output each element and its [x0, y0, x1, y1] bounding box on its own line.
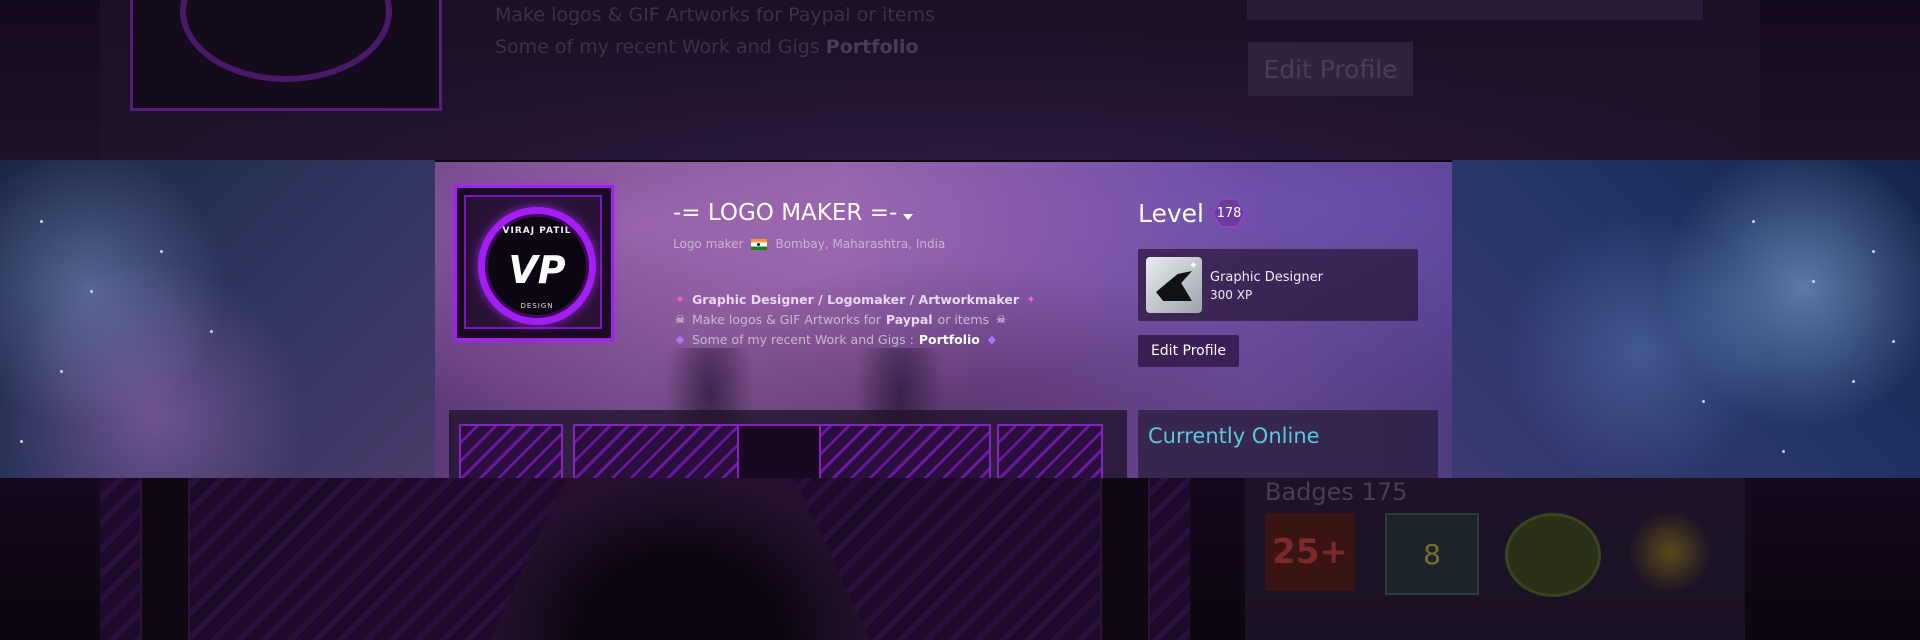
summary-line: ☠ Make logos & GIF Artworks for Paypal o… — [673, 310, 1038, 330]
faded-hood-artwork — [490, 478, 870, 640]
favorite-badge-xp: 300 XP — [1210, 288, 1253, 302]
sparkle — [90, 290, 93, 293]
profile-summary: ✦ Graphic Designer / Logomaker / Artwork… — [673, 290, 1038, 350]
faded-badge-bug — [1505, 513, 1601, 597]
portfolio-link[interactable]: Portfolio — [919, 330, 980, 350]
sparkle — [40, 220, 43, 223]
faded-badges-panel: Badges 175 25+ 8 — [1245, 478, 1745, 640]
summary-line: ✦ Graphic Designer / Logomaker / Artwork… — [673, 290, 1038, 310]
faded-badges-title: Badges 175 — [1265, 478, 1408, 506]
profile-level: Level 178 — [1138, 198, 1246, 228]
sparkle — [1782, 450, 1785, 453]
badge-star-icon: ✦ — [1188, 259, 1198, 272]
sparkle — [1872, 250, 1875, 253]
showcase-artwork-tile[interactable] — [997, 424, 1103, 478]
background-right-art — [1452, 160, 1920, 478]
favorite-badge-name: Graphic Designer — [1210, 270, 1323, 285]
showcase-artwork-tile[interactable] — [459, 424, 563, 478]
badge-figure — [1156, 271, 1192, 301]
level-label: Level — [1138, 198, 1204, 228]
avatar-logo: VP — [508, 248, 566, 292]
sparkle — [1892, 340, 1895, 343]
faded-showcase-strip — [1100, 478, 1150, 640]
location: Bombay, Maharashtra, India — [775, 237, 946, 251]
level-hexagon[interactable]: 178 — [1212, 198, 1246, 228]
faded-badge-bar — [1247, 0, 1703, 20]
diamond-icon: ◆ — [987, 333, 997, 346]
faded-artwork-showcase — [100, 478, 1190, 640]
skull-icon: ☠ — [675, 313, 685, 326]
sparkle — [210, 330, 213, 333]
edit-profile-button[interactable]: Edit Profile — [1138, 335, 1239, 367]
summary-line-text: Make logos & GIF Artworks for — [692, 312, 881, 327]
avatar[interactable]: VIRAJ PATIL VP DESIGN — [454, 185, 614, 341]
faded-badge-chest — [1625, 513, 1715, 591]
summary-line-text: Some of my recent Work and Gigs : — [692, 332, 914, 347]
summary-line-text: or items — [937, 312, 990, 327]
pink-star-icon: ✦ — [1026, 293, 1036, 306]
graphic-designer-badge-icon: ✦ — [1146, 257, 1202, 313]
summary-line-text: Graphic Designer / Logomaker / Artworkma… — [692, 292, 1020, 307]
summary-bold-text: Paypal — [885, 312, 933, 327]
persona-name[interactable]: -= LOGO MAKER =- — [673, 200, 914, 226]
avatar-top-text: VIRAJ PATIL — [502, 226, 572, 236]
sparkle — [1812, 280, 1815, 283]
flag-india-icon — [751, 238, 768, 250]
faded-summary-line: Make logos & GIF Artworks for Paypal or … — [495, 4, 935, 26]
real-name: Logo maker — [673, 237, 744, 251]
faded-edit-profile-button: Edit Profile — [1248, 42, 1413, 96]
summary-line: ◆ Some of my recent Work and Gigs : Port… — [673, 330, 1038, 350]
dropdown-caret-icon[interactable] — [903, 214, 914, 220]
persona-name-text: -= LOGO MAKER =- — [673, 200, 898, 226]
sparkle — [1752, 220, 1755, 223]
sparkle — [160, 250, 163, 253]
pink-star-icon: ✦ — [675, 293, 685, 306]
diamond-icon: ◆ — [675, 333, 685, 346]
sparkle — [1852, 380, 1855, 383]
favorite-badge[interactable]: ✦ Graphic Designer 300 XP — [1138, 249, 1418, 321]
faded-showcase-strip — [140, 478, 190, 640]
showcase-artwork-frame — [737, 424, 821, 478]
faded-badge-8: 8 — [1385, 513, 1479, 595]
artwork-showcase — [449, 410, 1127, 478]
avatar-inner-frame: VIRAJ PATIL VP DESIGN — [464, 195, 602, 329]
background-left-art — [0, 160, 435, 478]
sparkle — [60, 370, 63, 373]
sparkle — [20, 440, 23, 443]
online-status-panel: Currently Online — [1138, 410, 1438, 478]
avatar-logo-ring: VIRAJ PATIL VP DESIGN — [478, 207, 596, 325]
avatar-bottom-text: DESIGN — [520, 302, 554, 310]
level-value: 178 — [1214, 200, 1244, 226]
real-name-location: Logo maker Bombay, Maharashtra, India — [673, 237, 945, 251]
skull-icon: ☠ — [996, 313, 1007, 326]
profile-header: VIRAJ PATIL VP DESIGN -= LOGO MAKER =- L… — [435, 162, 1452, 478]
sparkle — [1702, 400, 1705, 403]
faded-badge-25: 25+ — [1265, 513, 1355, 591]
online-status: Currently Online — [1148, 424, 1320, 448]
faded-summary-line: Some of my recent Work and Gigs Portfoli… — [495, 36, 919, 58]
